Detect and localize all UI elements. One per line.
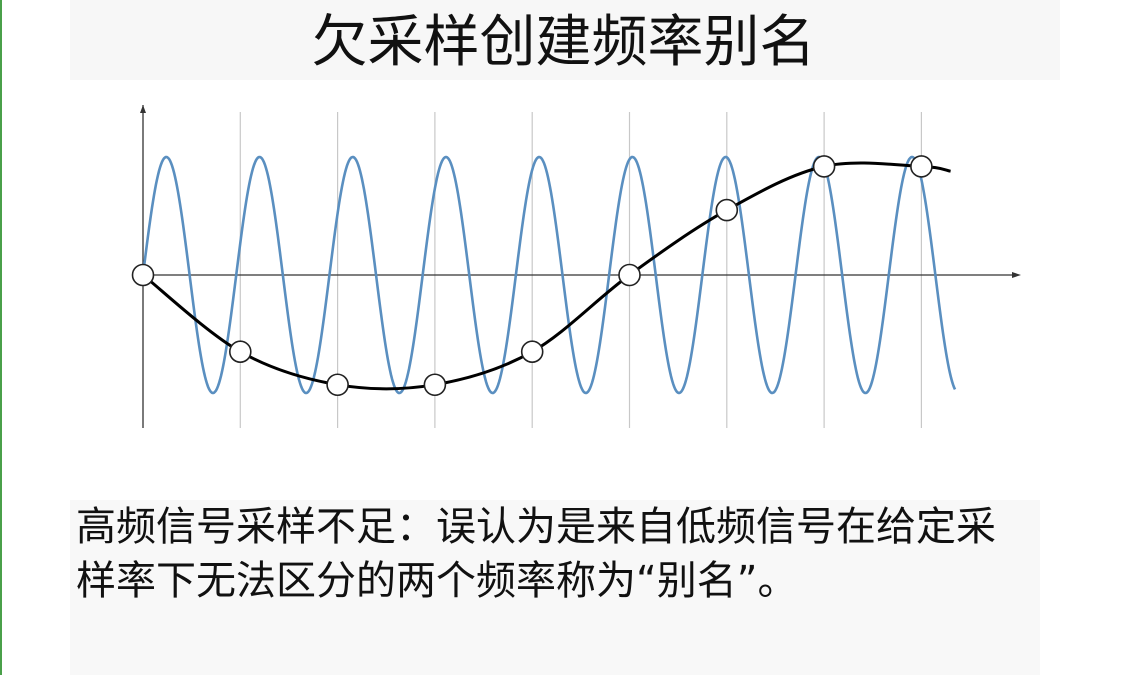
alias-signal <box>142 161 951 391</box>
sample-point <box>812 155 836 178</box>
y-axis-arrow <box>140 105 146 113</box>
sample-point <box>910 155 933 178</box>
x-axis-arrow <box>1012 272 1021 278</box>
sample-point <box>326 373 349 397</box>
sample-point <box>131 263 155 287</box>
slide: 欠采样创建频率别名 高频信号采样不足：误认为是来自低频信号在给定采样率下无法区分… <box>0 0 1127 675</box>
caption-text: 高频信号采样不足：误认为是来自低频信号在给定采样率下无法区分的两个频率称为“别名… <box>76 504 996 604</box>
sample-point <box>715 198 739 222</box>
alias-wave <box>142 161 951 391</box>
sample-point <box>520 340 544 364</box>
sample-point <box>423 373 447 397</box>
sample-point <box>618 263 641 287</box>
sample-point <box>229 340 252 364</box>
